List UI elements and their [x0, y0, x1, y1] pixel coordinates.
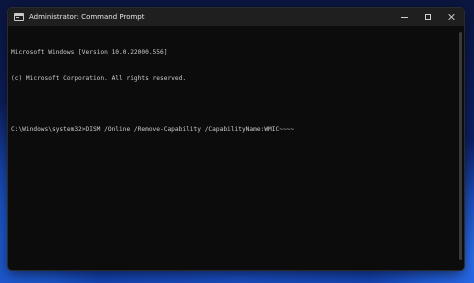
vertical-scrollbar[interactable] [456, 26, 464, 270]
scrollbar-thumb[interactable] [459, 32, 462, 260]
cmd-icon [14, 13, 24, 21]
console-output[interactable]: Microsoft Windows [Version 10.0.22000.55… [8, 26, 456, 270]
minimize-button[interactable] [392, 8, 416, 26]
window-controls [392, 8, 464, 26]
title-bar[interactable]: Administrator: Command Prompt [8, 8, 464, 26]
console-line-command[interactable]: C:\Windows\system32>DISM /Online /Remove… [11, 126, 456, 135]
console-line-version: Microsoft Windows [Version 10.0.22000.55… [11, 49, 168, 56]
maximize-button[interactable] [416, 8, 440, 26]
window-title: Administrator: Command Prompt [29, 13, 145, 21]
minimize-icon [400, 16, 408, 18]
close-icon [448, 13, 456, 21]
console-line-copyright: (c) Microsoft Corporation. All rights re… [11, 74, 187, 82]
maximize-icon [425, 14, 431, 20]
console-line-blank [11, 100, 456, 109]
close-button[interactable] [440, 8, 464, 26]
command-prompt-window: Administrator: Command Prompt Microsoft … [8, 8, 464, 270]
